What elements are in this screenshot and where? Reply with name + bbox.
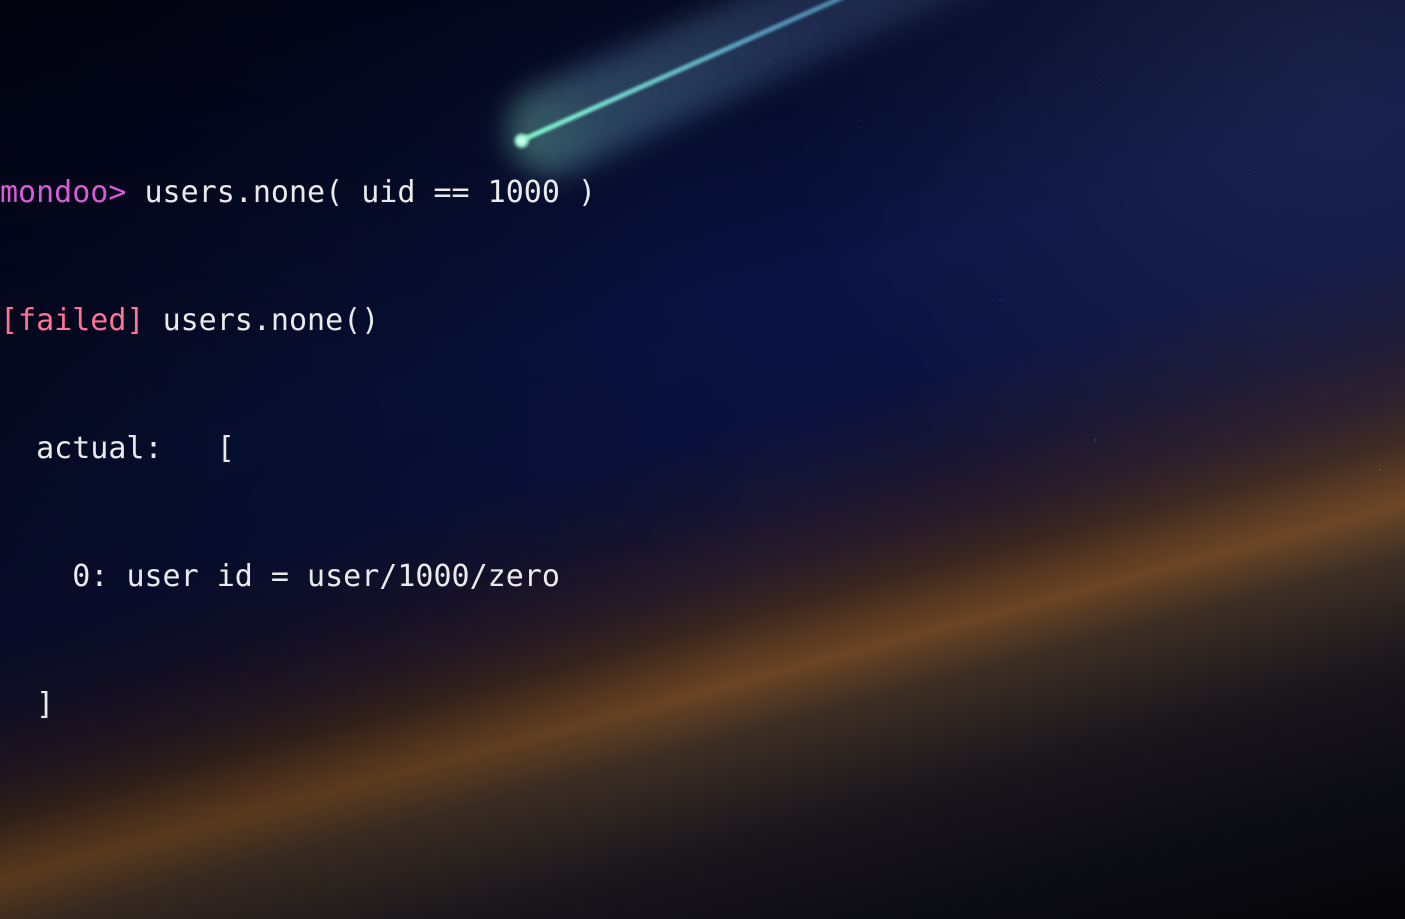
prompt-line: mondoo> users.none( uid == 1000 ) [0,172,1405,215]
actual-close-line: ] [0,684,1405,727]
actual-open-line: actual: [ [0,428,1405,471]
result-header-line: [failed] users.none() [0,300,1405,343]
actual-label: actual: [36,431,162,466]
result-header: users.none() [163,303,380,338]
status-failed: [failed] [0,303,145,338]
terminal-output[interactable]: mondoo> users.none( uid == 1000 ) [faile… [0,0,1405,919]
command-text: users.none( uid == 1000 ) [145,175,597,210]
list-item: 0: user id = user/1000/zero [0,556,1405,599]
item-text: user id = user/1000/zero [126,559,559,594]
shell-prompt: mondoo> [0,175,126,210]
item-index: 0 [72,559,90,594]
blank-line [0,811,1405,854]
